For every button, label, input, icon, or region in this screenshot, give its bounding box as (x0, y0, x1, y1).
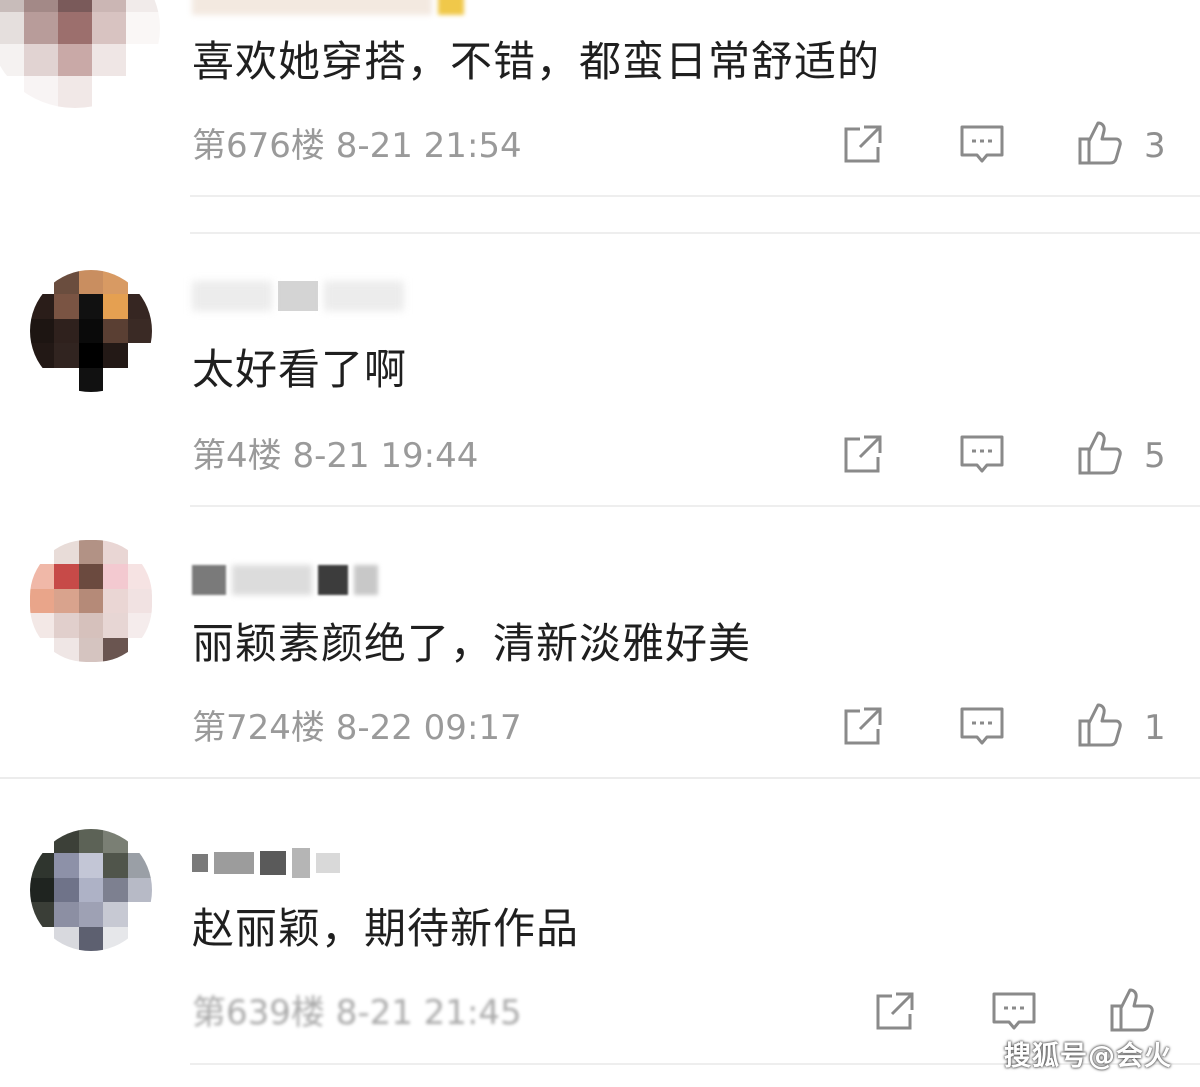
like-button[interactable] (1076, 701, 1124, 749)
reply-button[interactable] (990, 988, 1038, 1036)
comment-item: 喜欢她穿搭，不错，都蛮日常舒适的 第676楼 8-21 21:54 3 (0, 0, 1200, 200)
avatar[interactable] (30, 829, 152, 951)
comment-text: 赵丽颖，期待新作品 (192, 904, 580, 953)
comment-icon (992, 992, 1036, 1030)
like-button[interactable] (1108, 986, 1156, 1034)
comment-text: 太好看了啊 (192, 345, 408, 394)
share-icon (844, 125, 882, 163)
thumbs-up-icon (1078, 121, 1122, 165)
comment-meta: 第4楼 8-21 19:44 (192, 436, 479, 476)
comment-icon (960, 435, 1004, 473)
avatar[interactable] (30, 540, 152, 662)
avatar[interactable] (0, 0, 160, 108)
reply-button[interactable] (958, 703, 1006, 751)
comment-meta: 第724楼 8-22 09:17 (192, 708, 522, 748)
like-count: 3 (1144, 126, 1166, 166)
comment-text: 丽颖素颜绝了，清新淡雅好美 (192, 619, 752, 668)
comment-icon (960, 125, 1004, 163)
username[interactable] (192, 843, 340, 883)
divider (190, 232, 1200, 234)
reply-button[interactable] (958, 431, 1006, 479)
share-button[interactable] (838, 121, 886, 169)
comment-item: 太好看了啊 第4楼 8-21 19:44 5 (0, 240, 1200, 510)
comment-meta: 第676楼 8-21 21:54 (192, 126, 522, 166)
share-icon (844, 707, 882, 745)
divider (0, 777, 1200, 779)
watermark: 搜狐号@会火 (1004, 1041, 1172, 1072)
divider (190, 195, 1200, 197)
reply-button[interactable] (958, 121, 1006, 169)
comment-text: 喜欢她穿搭，不错，都蛮日常舒适的 (192, 37, 881, 86)
like-button[interactable] (1076, 429, 1124, 477)
username[interactable] (192, 276, 404, 316)
share-icon (876, 992, 914, 1030)
comment-icon (960, 707, 1004, 745)
like-button[interactable] (1076, 119, 1124, 167)
share-icon (844, 435, 882, 473)
share-button[interactable] (838, 431, 886, 479)
like-count: 5 (1144, 436, 1166, 476)
share-button[interactable] (838, 703, 886, 751)
avatar[interactable] (30, 270, 152, 392)
username[interactable] (192, 0, 464, 20)
divider (190, 505, 1200, 507)
share-button[interactable] (870, 988, 918, 1036)
comment-item: 丽颖素颜绝了，清新淡雅好美 第724楼 8-22 09:17 1 (0, 510, 1200, 785)
thumbs-up-icon (1078, 431, 1122, 475)
like-count: 1 (1144, 708, 1166, 748)
comment-meta: 第639楼 8-21 21:45 (192, 993, 522, 1033)
thumbs-up-icon (1110, 988, 1154, 1032)
username[interactable] (192, 560, 378, 600)
thumbs-up-icon (1078, 703, 1122, 747)
